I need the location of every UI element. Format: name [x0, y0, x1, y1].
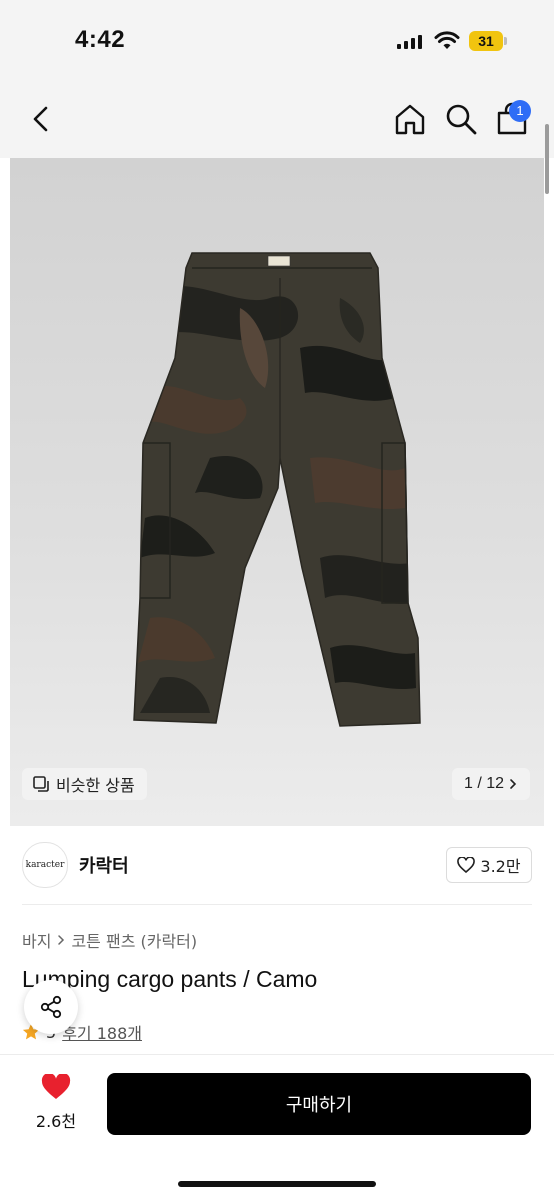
pager-text: 1 / 12 — [463, 775, 505, 792]
heart-outline-icon — [457, 857, 476, 873]
battery-indicator: 31 — [469, 31, 509, 51]
share-icon — [40, 995, 62, 1019]
chevron-right-icon — [510, 779, 517, 789]
brand-row: karacter 카락터 3.2만 — [0, 826, 554, 904]
wifi-icon — [434, 31, 460, 49]
cellular-signal-icon — [397, 35, 422, 49]
divider — [22, 904, 532, 905]
wishlist-button[interactable]: 2.6천 — [26, 1073, 86, 1134]
brand-name[interactable]: 카락터 — [79, 852, 129, 878]
product-image — [133, 252, 421, 727]
copy-icon — [33, 776, 49, 792]
similar-products-label: 비슷한 상품 — [56, 776, 135, 795]
similar-products-button[interactable]: 비슷한 상품 — [22, 768, 147, 800]
brand-logo[interactable]: karacter — [22, 842, 68, 888]
brand-like-count: 3.2만 — [480, 857, 521, 876]
product-image-carousel[interactable]: 비슷한 상품 1 / 12 — [10, 158, 544, 826]
breadcrumb-item[interactable]: 바지 — [22, 928, 51, 952]
battery-level: 31 — [478, 33, 494, 49]
buy-button[interactable]: 구매하기 — [107, 1073, 531, 1135]
image-pager[interactable]: 1 / 12 — [452, 768, 530, 800]
brand-like-button[interactable]: 3.2만 — [446, 847, 532, 883]
status-time: 4:42 — [75, 26, 126, 53]
cart-count-badge: 1 — [509, 100, 531, 122]
top-navigation — [0, 80, 554, 158]
back-icon[interactable] — [26, 102, 56, 136]
search-icon[interactable] — [444, 102, 478, 136]
review-count-link[interactable]: 후기 188개 — [62, 1020, 142, 1044]
chevron-right-icon — [58, 935, 65, 945]
heart-filled-icon — [41, 1073, 71, 1099]
wishlist-count: 2.6천 — [35, 1112, 77, 1131]
home-indicator — [178, 1181, 376, 1187]
scrollbar[interactable] — [545, 124, 549, 194]
breadcrumb-item[interactable]: 코튼 팬츠 (카락터) — [71, 928, 197, 952]
share-button[interactable] — [24, 980, 78, 1034]
home-icon[interactable] — [393, 102, 427, 136]
status-bar: 4:42 31 — [0, 0, 554, 80]
breadcrumb: 바지 코튼 팬츠 (카락터) — [22, 928, 197, 952]
